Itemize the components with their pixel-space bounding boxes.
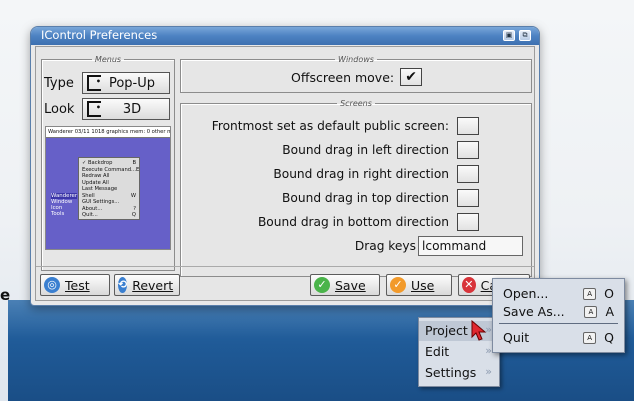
- submenu-item-quit[interactable]: Quit AQ: [493, 328, 624, 348]
- test-button[interactable]: ◎ Test: [40, 274, 110, 296]
- bound-right-label: Bound drag in right direction: [273, 167, 449, 181]
- type-cycle-button[interactable]: • Pop-Up: [82, 72, 170, 94]
- use-checkmark-icon: ✓: [390, 277, 406, 293]
- project-submenu: Open... AO Save As... AA Quit AQ: [492, 278, 625, 353]
- menus-group-legend: Menus: [94, 55, 122, 64]
- cycle-icon: •: [87, 101, 101, 117]
- stray-text-fragment: e: [0, 286, 11, 304]
- zoom-icon[interactable]: ▣: [503, 30, 515, 41]
- window-titlebar[interactable]: IControl Preferences ▣ ⧉: [31, 27, 539, 45]
- bound-left-label: Bound drag in left direction: [282, 143, 449, 157]
- submenu-item-open[interactable]: Open... AO: [493, 284, 624, 304]
- menu-item-label: Settings: [425, 365, 477, 380]
- frontmost-default-checkbox[interactable]: [457, 117, 479, 135]
- menu-item-edit[interactable]: Edit »: [419, 342, 499, 362]
- submenu-arrow-icon: »: [485, 344, 492, 357]
- submenu-item-save-as[interactable]: Save As... AA: [493, 302, 624, 322]
- window-client-area: Menus Type • Pop-Up Look • 3D Wanderer 0…: [35, 46, 535, 301]
- preview-status-bar: Wanderer 03/11 1018 graphics mem: 0 othe…: [46, 127, 170, 138]
- button-bar: ◎ Test ⟲ Revert ✓ Save ✓ Use ✕ Cancel: [36, 266, 534, 300]
- cycle-icon: •: [87, 75, 101, 91]
- bound-bottom-checkbox[interactable]: [457, 213, 479, 231]
- menus-group: Menus Type • Pop-Up Look • 3D Wanderer 0…: [41, 55, 175, 271]
- submenu-item-label: Save As...: [503, 304, 565, 319]
- preview-side-menu: Wanderer Window Icon Tools: [51, 193, 77, 217]
- save-button-label: Save: [335, 277, 366, 293]
- bound-left-checkbox[interactable]: [457, 141, 479, 159]
- type-label: Type: [44, 76, 74, 91]
- bound-top-checkbox[interactable]: [457, 189, 479, 207]
- menu-item-label: Project: [425, 323, 468, 338]
- amiga-key-icon: A: [584, 305, 598, 318]
- look-cycle-button[interactable]: • 3D: [82, 98, 170, 120]
- frontmost-default-label: Frontmost set as default public screen:: [211, 119, 449, 133]
- checkmark-icon: ✓: [314, 277, 330, 293]
- shortcut-key: A: [605, 304, 614, 319]
- revert-button[interactable]: ⟲ Revert: [114, 274, 180, 296]
- screens-row: Frontmost set as default public screen:: [211, 116, 479, 136]
- use-button-label: Use: [411, 277, 435, 293]
- preview-menu-item: Quit... Q: [82, 212, 136, 218]
- screens-group-legend: Screens: [340, 99, 372, 108]
- drag-keys-row: Drag keys: [355, 236, 416, 256]
- preview-side-item: Tools: [51, 211, 65, 217]
- revert-icon: ⟲: [118, 277, 128, 293]
- shortcut-key: Q: [604, 330, 614, 345]
- look-label: Look: [44, 102, 75, 117]
- bound-right-checkbox[interactable]: [457, 165, 479, 183]
- close-icon: ✕: [462, 277, 476, 293]
- use-button[interactable]: ✓ Use: [386, 274, 452, 296]
- preferences-window: IControl Preferences ▣ ⧉ Menus Type • Po…: [30, 26, 540, 306]
- amiga-key-icon: A: [583, 287, 597, 300]
- mouse-pointer-icon: [471, 320, 487, 341]
- offscreen-move-label: Offscreen move:: [291, 69, 395, 85]
- menu-item-label: Edit: [425, 344, 450, 359]
- screens-group: Screens Frontmost set as default public …: [180, 99, 532, 277]
- test-icon: ◎: [44, 277, 60, 293]
- screens-row: Bound drag in right direction: [273, 164, 479, 184]
- window-title: IControl Preferences: [41, 28, 158, 42]
- amiga-key-icon: A: [583, 331, 597, 344]
- screens-row: Bound drag in left direction: [282, 140, 479, 160]
- menu-separator: [499, 323, 618, 324]
- offscreen-move-checkbox[interactable]: ✔: [400, 68, 423, 86]
- revert-button-label: Revert: [132, 277, 174, 293]
- menu-item-settings[interactable]: Settings »: [419, 363, 499, 383]
- windows-group: Windows Offscreen move: ✔: [180, 55, 532, 93]
- menu-preview: Wanderer 03/11 1018 graphics mem: 0 othe…: [45, 126, 171, 250]
- bound-top-label: Bound drag in top direction: [282, 191, 449, 205]
- preview-popup-menu: ✓ Backdrop B Execute Command... E Redraw A…: [78, 157, 140, 220]
- bound-bottom-label: Bound drag in bottom direction: [257, 215, 449, 229]
- look-value: 3D: [122, 101, 142, 117]
- submenu-item-label: Open...: [503, 286, 549, 301]
- screens-row: Bound drag in top direction: [282, 188, 479, 208]
- screens-row: Bound drag in bottom direction: [257, 212, 479, 232]
- submenu-arrow-icon: »: [485, 365, 492, 378]
- drag-keys-label: Drag keys: [354, 239, 416, 253]
- windows-group-legend: Windows: [338, 55, 374, 64]
- save-button[interactable]: ✓ Save: [310, 274, 380, 296]
- test-button-label: Test: [65, 277, 90, 293]
- type-value: Pop-Up: [108, 75, 156, 91]
- shortcut-key: O: [604, 286, 614, 301]
- depth-icon[interactable]: ⧉: [519, 30, 531, 41]
- submenu-item-label: Quit: [503, 330, 530, 345]
- drag-keys-input[interactable]: lcommand: [418, 236, 523, 256]
